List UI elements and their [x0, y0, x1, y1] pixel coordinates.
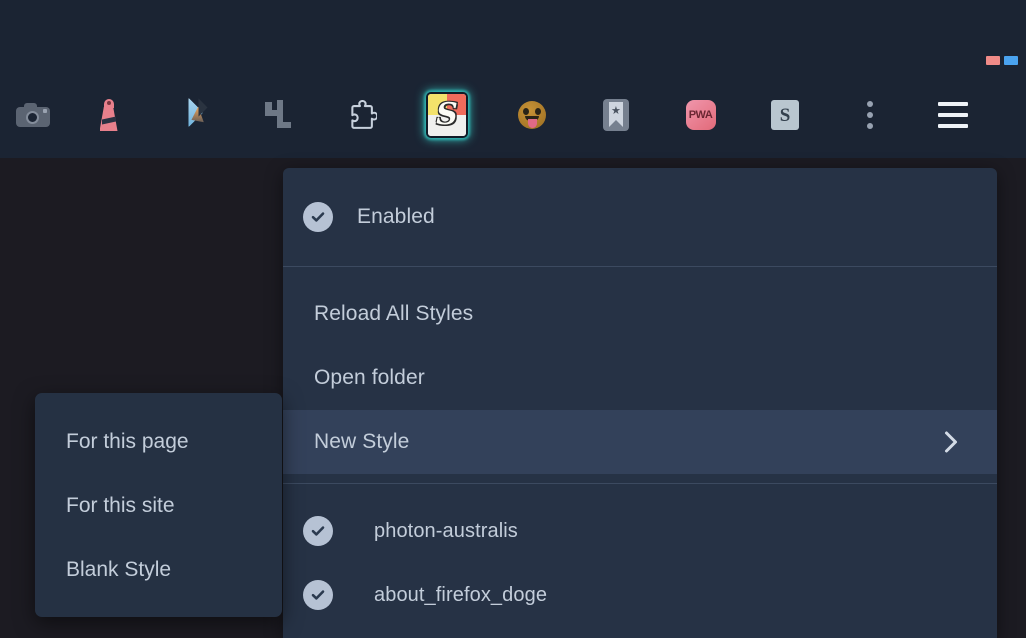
- check-icon: [303, 202, 333, 232]
- menu-item-open-folder[interactable]: Open folder: [283, 346, 997, 410]
- menu-item-open-folder-label: Open folder: [314, 366, 425, 389]
- browser-toolbar: S ★ PWA S: [0, 86, 1026, 144]
- emoji-tongue-icon: [517, 101, 546, 129]
- pencil-icon: [178, 100, 208, 130]
- lighthouse-button[interactable]: [66, 89, 151, 141]
- menu-spacer-3: [283, 484, 997, 499]
- submenu-item-for-this-page-label: For this page: [66, 430, 189, 453]
- submenu-item-blank-style-label: Blank Style: [66, 558, 172, 581]
- pwa-button[interactable]: PWA: [658, 89, 743, 141]
- stylus-app-icon: S: [428, 94, 466, 136]
- emoji-button[interactable]: [489, 89, 574, 141]
- check-icon: [303, 580, 333, 610]
- lighthouse-icon: [98, 99, 120, 131]
- chevron-right-icon: [945, 431, 957, 453]
- check-icon: [303, 516, 333, 546]
- browser-chrome: S ★ PWA S: [0, 0, 1026, 158]
- new-style-submenu: For this page For this site Blank Style: [35, 393, 282, 617]
- overflow-menu-button[interactable]: [827, 89, 912, 141]
- marker-button[interactable]: [151, 89, 235, 141]
- menu-item-new-style[interactable]: New Style: [283, 410, 997, 474]
- menu-item-reload-all-styles-label: Reload All Styles: [314, 302, 474, 325]
- menu-spacer-2: [283, 474, 997, 483]
- menu-item-reload-all-styles[interactable]: Reload All Styles: [283, 282, 997, 346]
- menu-item-style-about-firefox-doge[interactable]: about_firefox_doge: [283, 563, 997, 627]
- menu-item-style-photon-australis-label: photon-australis: [374, 519, 518, 542]
- menu-spacer-1: [283, 267, 997, 282]
- screenshot-camera-button[interactable]: [0, 89, 66, 141]
- s-square-icon: S: [771, 100, 799, 130]
- hamburger-menu-icon: [938, 102, 968, 128]
- menu-item-new-style-label: New Style: [314, 430, 410, 453]
- submenu-item-for-this-page[interactable]: For this page: [35, 410, 282, 474]
- menu-item-style-photon-australis[interactable]: photon-australis: [283, 499, 997, 563]
- tab-indicator-swatch-2: [1004, 56, 1018, 65]
- menu-item-enabled[interactable]: Enabled: [283, 168, 997, 266]
- ruler-tool-button[interactable]: [235, 89, 320, 141]
- submenu-item-for-this-site-label: For this site: [66, 494, 175, 517]
- bookmark-star-icon: ★: [603, 99, 629, 131]
- menu-item-style-about-firefox-doge-label: about_firefox_doge: [374, 583, 548, 606]
- stylus-popup-menu: Enabled Reload All Styles Open folder Ne…: [283, 168, 997, 638]
- app-menu-button[interactable]: [912, 89, 994, 141]
- camera-icon: [16, 103, 50, 127]
- submenu-item-for-this-site[interactable]: For this site: [35, 474, 282, 538]
- browser-window: S ★ PWA S Enabled Reload All Styles Open…: [0, 0, 1026, 638]
- menu-item-enabled-label: Enabled: [357, 205, 435, 228]
- pwa-icon: PWA: [685, 100, 716, 130]
- tab-color-indicator: [986, 56, 1018, 65]
- tab-indicator-swatch-1: [986, 56, 1000, 65]
- puzzle-icon: [350, 100, 377, 129]
- submenu-item-blank-style[interactable]: Blank Style: [35, 538, 282, 602]
- stylish-button[interactable]: S: [743, 89, 827, 141]
- extensions-button[interactable]: [320, 89, 405, 141]
- stylus-button[interactable]: S: [405, 89, 489, 141]
- kebab-menu-icon: [866, 101, 873, 129]
- bookmark-button[interactable]: ★: [574, 89, 658, 141]
- four-l-glyph-icon: [264, 100, 291, 128]
